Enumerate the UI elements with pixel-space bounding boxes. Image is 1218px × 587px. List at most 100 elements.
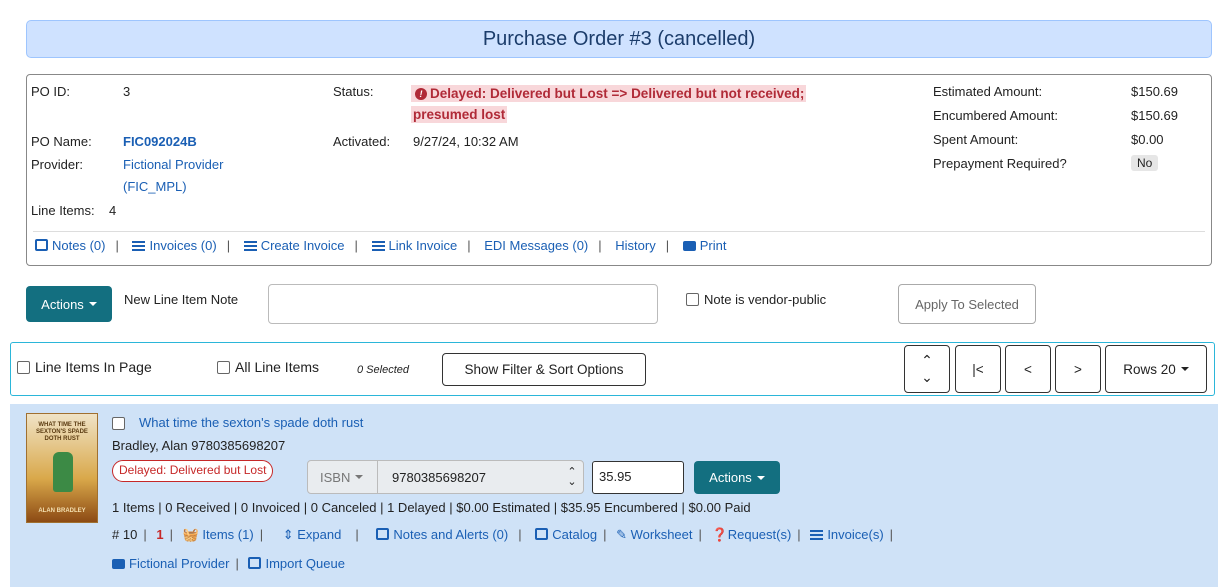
status-line2: presumed lost [411, 106, 508, 123]
catalog-label: Catalog [552, 527, 598, 542]
status-label: Status: [333, 84, 374, 99]
caret-down-icon [1180, 367, 1189, 371]
create-invoice-link[interactable]: Create Invoice [243, 238, 345, 253]
cover-title: WHAT TIME THE SEXTON'S SPADE DOTH RUST [36, 422, 88, 442]
requests-link[interactable]: ❓Request(s) [712, 527, 792, 542]
line-item-number: # 10 [112, 527, 138, 542]
invoices-link-label: Invoices (0) [149, 238, 217, 253]
chevron-left-icon: < [1024, 361, 1032, 377]
provider-item-link[interactable]: Fictional Provider [112, 556, 229, 571]
edi-messages-link[interactable]: EDI Messages (0) [484, 238, 588, 253]
notes-icon [376, 528, 390, 540]
vendor-public-label: Note is vendor-public [704, 292, 827, 307]
po-actions-button[interactable]: Actions [26, 286, 112, 322]
line-items-in-page-option[interactable]: Line Items In Page [17, 359, 152, 375]
activated-label: Activated: [333, 134, 391, 149]
rows-label: Rows 20 [1123, 361, 1176, 377]
notes-alerts-label: Notes and Alerts (0) [393, 527, 509, 542]
item-counts: 1 Items | 0 Received | 0 Invoiced | 0 Ca… [112, 500, 751, 515]
invoice-icon [371, 241, 385, 251]
status-message: ! Delayed: Delivered but Lost => Delivere… [411, 83, 887, 125]
provider-icon [112, 559, 125, 569]
red-count: 1 [156, 527, 164, 542]
link-invoice-label: Link Invoice [388, 238, 458, 253]
po-links: Notes (0) | Invoices (0) | Create Invoice |… [33, 238, 728, 253]
invoices-link[interactable]: Invoices (0) [132, 238, 217, 253]
bottle-graphic [53, 452, 73, 492]
caret-down-icon [88, 302, 97, 306]
author-isbn: Bradley, Alan 9780385698207 [112, 438, 286, 453]
po-name-link[interactable]: FIC092024B [123, 134, 197, 149]
divider [33, 231, 1205, 232]
line-item-note-input[interactable] [268, 284, 658, 324]
po-name-label: PO Name: [31, 134, 92, 149]
provider-label: Provider: [31, 157, 84, 172]
invoice-s-label: Invoice(s) [827, 527, 884, 542]
identifier-select[interactable]: 9780385698207 [378, 470, 561, 485]
item-title-link[interactable]: What time the sexton's spade doth rust [139, 415, 363, 430]
chevron-right-icon: > [1074, 361, 1082, 377]
identifier-type-select[interactable]: ISBN [308, 461, 378, 493]
line-items-value: 4 [109, 203, 117, 218]
print-link[interactable]: Print [682, 238, 727, 253]
identifier-spinner-icon[interactable]: ⌃ ⌄ [561, 467, 583, 488]
po-actions-label: Actions [41, 296, 84, 312]
status-badge: Delayed: Delivered but Lost [112, 460, 274, 482]
caret-down-icon [756, 475, 765, 480]
show-filter-sort-button[interactable]: Show Filter & Sort Options [442, 353, 646, 386]
item-links-row1: # 10 | 1 | 🧺 Items (1) | ⇕ Expand | Notes an… [112, 527, 894, 542]
invoices-item-link[interactable]: Invoice(s) [810, 527, 884, 542]
filter-bar: Line Items In Page All Line Items 0 Sele… [10, 342, 1215, 396]
spent-value: $0.00 [1131, 132, 1164, 147]
spent-label: Spent Amount: [933, 132, 1019, 147]
price-input[interactable]: 35.95 [592, 461, 684, 494]
vendor-public-option[interactable]: Note is vendor-public [686, 292, 826, 307]
items-link[interactable]: 🧺 Items (1) [183, 527, 254, 542]
worksheet-label: Worksheet [630, 527, 693, 542]
in-page-label: Line Items In Page [35, 359, 152, 375]
link-invoice-link[interactable]: Link Invoice [371, 238, 458, 253]
rows-per-page-select[interactable]: Rows 20 [1105, 345, 1207, 393]
all-items-checkbox[interactable] [217, 361, 230, 374]
notes-icon [35, 239, 48, 251]
import-queue-label: Import Queue [265, 556, 345, 571]
invoice-icon [243, 241, 257, 251]
prepay-badge: No [1131, 155, 1159, 171]
print-label: Print [699, 238, 727, 253]
pencil-icon: ✎ [616, 527, 627, 542]
estimated-label: Estimated Amount: [933, 84, 1043, 99]
alert-icon: ! [415, 88, 427, 100]
item-actions-button[interactable]: Actions [694, 461, 780, 494]
first-page-button[interactable]: |< [955, 345, 1001, 393]
expand-link[interactable]: ⇕ Expand [283, 527, 342, 542]
all-items-label: All Line Items [235, 359, 320, 375]
catalog-link[interactable]: Catalog [535, 527, 597, 542]
prev-page-button[interactable]: < [1005, 345, 1051, 393]
question-icon: ❓ [711, 527, 728, 542]
import-queue-icon [248, 557, 262, 569]
import-queue-link[interactable]: Import Queue [248, 556, 345, 571]
po-id-label: PO ID: [31, 84, 71, 99]
sort-toggle-icon: ⌃ ⌄ [921, 352, 933, 385]
notes-link[interactable]: Notes (0) [35, 238, 105, 253]
line-item-checkbox[interactable] [112, 417, 125, 430]
encumbered-label: Encumbered Amount: [933, 108, 1059, 123]
notes-link-label: Notes (0) [52, 238, 106, 253]
print-icon [682, 241, 696, 251]
in-page-checkbox[interactable] [17, 361, 30, 374]
history-link[interactable]: History [615, 238, 655, 253]
notes-alerts-link[interactable]: Notes and Alerts (0) [376, 527, 508, 542]
apply-to-selected-button[interactable]: Apply To Selected [898, 284, 1036, 324]
next-page-button[interactable]: > [1055, 345, 1101, 393]
worksheet-link[interactable]: ✎ Worksheet [616, 527, 692, 542]
selected-count: 0 Selected [357, 364, 409, 376]
book-cover-image[interactable]: WHAT TIME THE SEXTON'S SPADE DOTH RUST A… [26, 413, 98, 523]
vendor-public-checkbox[interactable] [686, 293, 699, 306]
line-item-select[interactable] [112, 416, 130, 431]
caret-down-icon [355, 475, 364, 479]
all-line-items-option[interactable]: All Line Items [217, 359, 319, 375]
page-title: Purchase Order #3 (cancelled) [26, 20, 1212, 58]
expand-all-button[interactable]: ⌃ ⌄ [904, 345, 950, 393]
provider-code-link[interactable]: (FIC_MPL) [123, 179, 187, 194]
provider-link[interactable]: Fictional Provider [123, 157, 223, 172]
